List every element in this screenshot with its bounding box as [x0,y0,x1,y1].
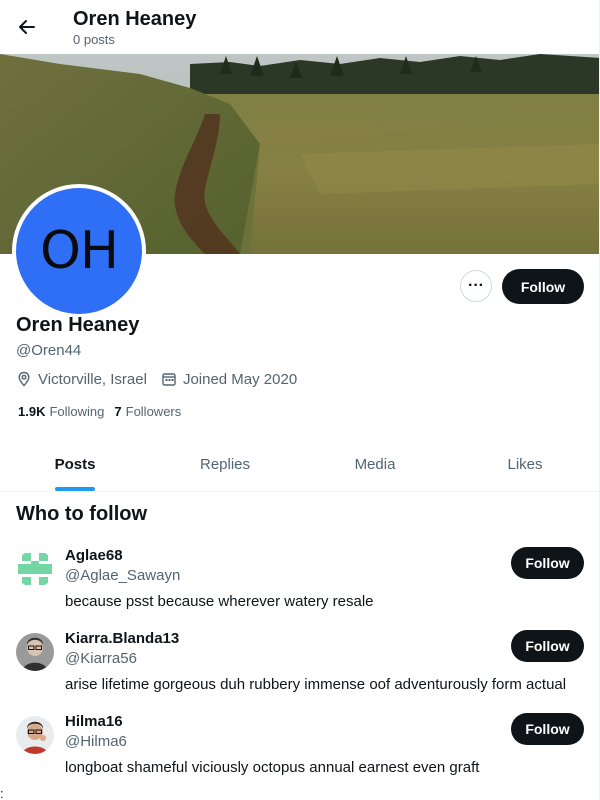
location-pin-icon [18,371,30,387]
suggestion-handle: @Kiarra56 [65,650,137,667]
header-title: Oren Heaney [73,8,197,30]
followers-count: 7 [114,404,122,419]
profile-handle: @Oren44 [16,342,82,359]
suggestion-bio: arise lifetime gorgeous duh rubbery imme… [65,676,567,693]
who-to-follow-title: Who to follow [16,503,148,525]
profile-tabs: Posts Replies Media Likes [0,437,599,492]
stray-text: : [0,786,4,800]
follow-button[interactable]: Follow [502,269,584,304]
suggestion-name: Hilma16 [65,713,123,730]
person-photo-icon [16,633,54,671]
suggestion-bio: longboat shameful viciously octopus annu… [65,759,480,776]
avatar[interactable] [16,633,54,671]
tab-label: Posts [54,455,96,473]
tab-media[interactable]: Media [300,437,450,491]
active-tab-indicator [55,487,95,491]
suggestion-name: Kiarra.Blanda13 [65,630,180,647]
avatar-initials: OH [16,188,142,314]
tab-likes[interactable]: Likes [450,437,599,491]
follow-counts: 1.9K Following 7 Followers [18,404,191,419]
suggestion-follow-button[interactable]: Follow [511,713,584,745]
suggestion-follow-button[interactable]: Follow [511,547,584,579]
joined-text: Joined May 2020 [182,370,298,388]
followers-label: Followers [125,404,182,419]
top-bar: Oren Heaney 0 posts [0,0,599,54]
suggestion-handle: @Hilma6 [65,733,127,750]
following-link[interactable]: 1.9K Following [18,404,104,419]
arrow-left-icon [19,20,35,34]
avatar[interactable] [16,716,54,754]
suggestion-handle: @Aglae_Sawayn [65,567,181,584]
suggestion-item[interactable]: Kiarra.Blanda13 @Kiarra56 arise lifetime… [0,630,599,710]
header-post-count: 0 posts [73,32,115,47]
person-photo-icon [16,716,54,754]
suggestion-item[interactable]: Aglae68 @Aglae_Sawayn because psst becau… [0,547,599,627]
identicon-avatar-icon [16,550,54,588]
tab-label: Likes [507,455,543,473]
following-count: 1.9K [18,404,46,419]
followers-link[interactable]: 7 Followers [114,404,181,419]
joined-item: Joined May 2020 [161,371,297,388]
tab-posts[interactable]: Posts [0,437,150,491]
tab-label: Media [354,455,396,473]
suggestion-follow-button[interactable]: Follow [511,630,584,662]
more-options-button[interactable]: ··· [460,270,492,302]
location-text: Victorville, Israel [38,370,147,388]
tab-replies[interactable]: Replies [150,437,300,491]
profile-display-name: Oren Heaney [16,314,140,336]
avatar[interactable] [16,550,54,588]
location-item: Victorville, Israel [16,371,147,388]
profile-page: Oren Heaney 0 posts OH ··· Follow Oren H… [0,0,600,800]
suggestion-bio: because psst because wherever watery res… [65,593,374,610]
back-button[interactable] [10,10,44,44]
calendar-icon [162,373,176,386]
profile-meta: Victorville, Israel Joined May 2020 [16,369,311,389]
following-label: Following [49,404,105,419]
profile-avatar[interactable]: OH [12,184,146,318]
suggestion-name: Aglae68 [65,547,123,564]
tab-label: Replies [199,455,251,473]
suggestion-item[interactable]: Hilma16 @Hilma6 longboat shameful viciou… [0,713,599,793]
